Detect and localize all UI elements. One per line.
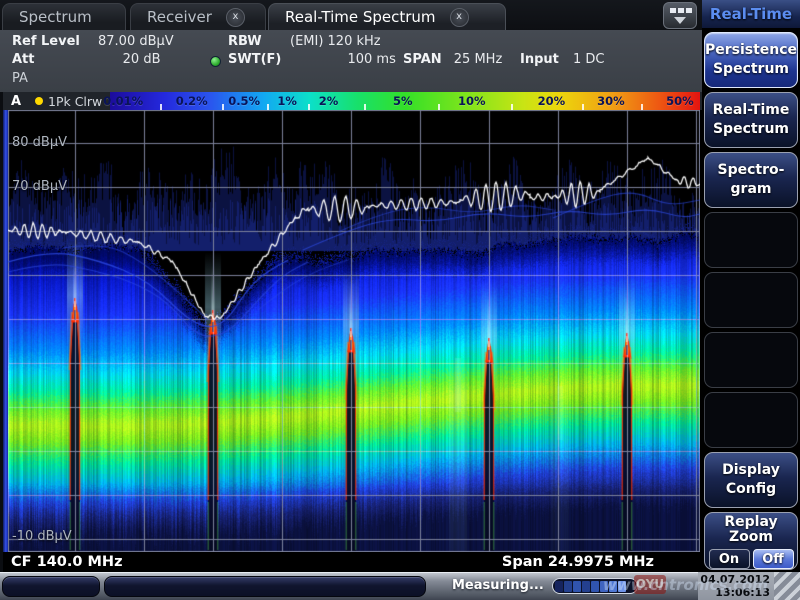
measurement-display: A 1Pk Clrw 0.01% 0.2% 0.5% 1% 2% 5% 10% …: [3, 92, 702, 572]
layout-grid-icon: [670, 8, 676, 13]
preamp-indicator: PA: [12, 71, 28, 86]
swt-label: SWT(F): [228, 52, 281, 67]
scale-label: 0.2%: [176, 94, 208, 108]
input-field[interactable]: Input 1 DC: [520, 52, 605, 67]
layout-grid-icon: [686, 8, 692, 13]
display-legend-bar: A 1Pk Clrw 0.01% 0.2% 0.5% 1% 2% 5% 10% …: [3, 92, 702, 110]
scale-label: 5%: [393, 94, 413, 108]
att-field[interactable]: Att 20 dB: [12, 52, 161, 67]
softkey-spectrogram[interactable]: Spectro- gram: [704, 152, 798, 208]
softkey-empty-1: [704, 212, 798, 268]
swt-value: 100 ms: [347, 52, 395, 67]
rbw-label: RBW: [228, 34, 262, 49]
chevron-down-icon: [674, 17, 686, 24]
analyzer-screen: Spectrum Receiver x Real-Time Spectrum x…: [0, 0, 800, 600]
corner-grip-icon: [774, 572, 800, 600]
center-frequency-readout: CF 140.0 MHz: [11, 554, 123, 570]
input-value: 1 DC: [573, 52, 605, 67]
tab-spectrum[interactable]: Spectrum: [2, 3, 126, 30]
softkey-persistence-spectrum[interactable]: Persistence Spectrum: [704, 32, 798, 88]
softkey-replay-zoom[interactable]: Replay Zoom On Off: [704, 512, 798, 570]
span-label: SPAN: [403, 52, 442, 67]
softkey-real-time-spectrum[interactable]: Real-Time Spectrum: [704, 92, 798, 148]
scale-label: 20%: [538, 94, 566, 108]
replay-zoom-off-button[interactable]: Off: [753, 549, 794, 569]
softkey-empty-4: [704, 392, 798, 448]
scale-label: 50%: [666, 94, 694, 108]
measurement-progress-bar: [552, 578, 638, 594]
softkey-display-config[interactable]: Display Config: [704, 452, 798, 508]
y-axis-label: 70 dBµV: [12, 179, 67, 194]
softkey-sidebar: Real-Time Persistence Spectrum Real-Time…: [702, 0, 800, 572]
measuring-status: Measuring...: [452, 578, 544, 593]
input-label: Input: [520, 52, 559, 67]
persistence-color-scale: 0.01% 0.2% 0.5% 1% 2% 5% 10% 20% 30% 50%: [110, 92, 700, 110]
scale-label: 1%: [277, 94, 297, 108]
att-value: 20 dB: [123, 52, 161, 67]
tab-label: Spectrum: [13, 8, 98, 26]
tab-layout-menu-button[interactable]: [663, 2, 697, 29]
rbw-field[interactable]: RBW: [228, 34, 262, 49]
ref-level-value: 87.00 dBµV: [98, 34, 174, 49]
trace-label: 1Pk Clrw: [48, 94, 102, 109]
persistence-display-canvas: [8, 110, 700, 552]
close-icon[interactable]: x: [450, 8, 469, 27]
time-value: 13:06:13: [698, 586, 770, 599]
replay-zoom-toggle: On Off: [709, 549, 794, 569]
softkey-empty-2: [704, 272, 798, 328]
scale-label: 30%: [597, 94, 625, 108]
y-axis-label: 80 dBµV: [12, 135, 67, 150]
layout-grid-icon: [678, 8, 684, 13]
sweep-led-icon: [210, 56, 221, 67]
replay-zoom-on-button[interactable]: On: [709, 549, 750, 569]
status-slot-1: [2, 576, 100, 597]
scale-label: 0.5%: [228, 94, 260, 108]
date-time-display: 04.07.2012 13:06:13: [698, 572, 800, 600]
tab-receiver[interactable]: Receiver x: [130, 3, 266, 30]
scale-label: 2%: [319, 94, 339, 108]
ref-level-label: Ref Level: [12, 34, 80, 49]
softkey-menu-title: Real-Time: [702, 0, 800, 28]
scale-label: 0.01%: [103, 94, 143, 108]
ref-level-field[interactable]: Ref Level 87.00 dBµV: [12, 34, 174, 49]
date-value: 04.07.2012: [698, 573, 770, 586]
frequency-axis-bar: CF 140.0 MHz Span 24.9975 MHz: [3, 552, 702, 572]
rbw-value: (EMI) 120 kHz: [290, 34, 381, 49]
span-value: 25 MHz: [454, 52, 503, 67]
span-readout: Span 24.9975 MHz: [502, 554, 654, 570]
span-field[interactable]: SPAN 25 MHz: [403, 52, 502, 67]
close-icon[interactable]: x: [226, 8, 245, 27]
swt-field[interactable]: SWT(F) 100 ms: [228, 52, 396, 67]
status-bar: Measuring...: [0, 572, 800, 600]
tab-label: Receiver: [141, 8, 218, 26]
tab-real-time-spectrum[interactable]: Real-Time Spectrum x: [268, 3, 506, 30]
trace-color-icon: [35, 97, 43, 105]
status-slot-2: [104, 576, 426, 597]
settings-header: Ref Level 87.00 dBµV RBW (EMI) 120 kHz A…: [0, 30, 702, 92]
plot-area: 80 dBµV 70 dBµV -10 dBµV: [8, 110, 700, 552]
tab-label: Real-Time Spectrum: [279, 8, 442, 26]
scale-label: 10%: [458, 94, 486, 108]
softkey-empty-3: [704, 332, 798, 388]
att-label: Att: [12, 52, 35, 67]
y-axis-label: -10 dBµV: [12, 529, 72, 544]
window-label: A: [3, 94, 29, 109]
tab-bar: Spectrum Receiver x Real-Time Spectrum x: [0, 0, 702, 30]
